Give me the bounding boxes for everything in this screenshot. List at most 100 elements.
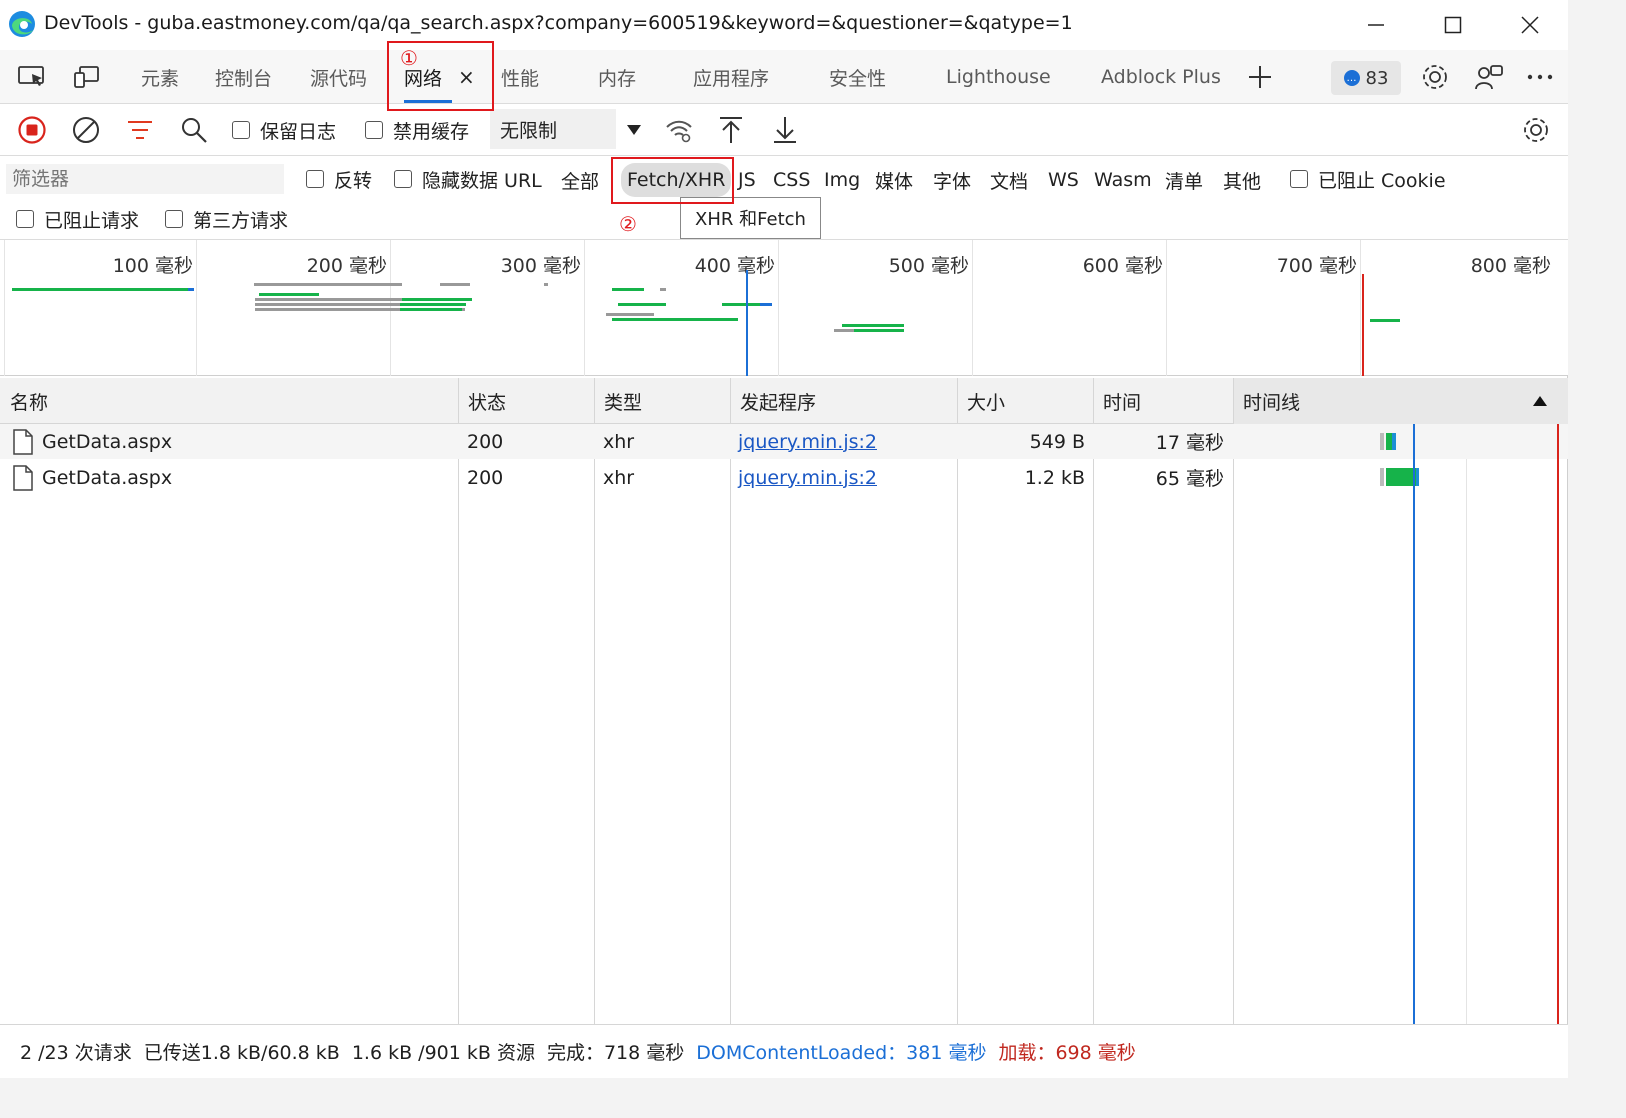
overview-gridline [4,240,5,376]
status-bar: 2 /23 次请求 已传送1.8 kB/60.8 kB 1.6 kB /901 … [0,1024,1568,1078]
dom-content-loaded-marker [746,270,748,376]
filter-type-other[interactable]: 其他 [1223,158,1261,202]
network-settings-button[interactable] [1519,104,1553,156]
title-bar: DevTools - guba.eastmoney.com/qa/qa_sear… [0,0,1568,50]
disable-cache-checkbox[interactable]: 禁用缓存 [365,104,469,156]
overview-tick-label: 700 毫秒 [1276,255,1357,277]
close-window-button[interactable] [1492,0,1568,50]
waterfall-bar-waiting [1386,468,1416,486]
tab-console[interactable]: 控制台 [215,50,272,104]
waterfall-row-highlight [1233,424,1568,459]
network-conditions-button[interactable] [662,104,696,156]
tab-memory[interactable]: 内存 [598,50,636,104]
filter-type-font[interactable]: 字体 [933,158,971,202]
tab-lighthouse[interactable]: Lighthouse [946,50,1051,104]
filter-type-wasm[interactable]: Wasm [1094,158,1152,202]
request-time: 17 毫秒 [1155,432,1224,454]
minimize-icon [1368,24,1384,26]
search-icon [182,118,207,143]
inspect-element-button[interactable] [14,50,50,104]
device-toolbar-button[interactable] [68,50,104,104]
column-name[interactable]: 名称 [0,378,458,424]
more-tools-button[interactable] [1244,50,1276,104]
overview-request-bar [402,298,472,301]
feedback-button[interactable] [1472,50,1506,104]
column-waterfall-label: 时间线 [1243,391,1301,414]
wifi-settings-icon [666,120,692,143]
column-initiator[interactable]: 发起程序 [730,378,957,424]
table-row[interactable]: GetData.aspx 200 xhr jquery.min.js:2 549… [0,424,1234,459]
filter-type-doc[interactable]: 文档 [990,158,1028,202]
issues-badge[interactable]: … 83 [1331,61,1401,95]
blocked-cookies-checkbox[interactable]: 已阻止 Cookie [1290,156,1446,202]
overview-gridline [1360,240,1361,376]
network-overview: 100 毫秒 200 毫秒 300 毫秒 400 毫秒 500 毫秒 600 毫… [0,240,1568,376]
filter-type-css[interactable]: CSS [773,158,810,202]
load-time: 加载：698 毫秒 [998,1042,1136,1064]
column-waterfall[interactable]: 时间线 [1233,378,1568,424]
filter-input[interactable] [6,164,284,194]
filter-type-all[interactable]: 全部 [561,158,599,202]
overview-tick-label: 600 毫秒 [1082,255,1163,277]
dom-content-loaded-time: DOMContentLoaded：381 毫秒 [696,1042,987,1064]
overview-request-bar [606,313,654,316]
checkbox-icon [232,121,250,139]
download-icon [774,117,796,143]
request-table-header: 名称 状态 类型 发起程序 大小 时间 时间线 [0,378,1568,424]
overview-request-bar [254,283,402,286]
record-button[interactable] [14,104,50,156]
window-title: DevTools - guba.eastmoney.com/qa/qa_sear… [44,12,1073,34]
record-icon [18,116,46,144]
table-row[interactable]: GetData.aspx 200 xhr jquery.min.js:2 1.2… [0,460,1234,495]
maximize-button[interactable] [1415,0,1491,50]
search-button[interactable] [176,104,212,156]
request-status: 200 [467,430,504,453]
waterfall-load-line [1557,424,1559,1024]
request-type: xhr [603,430,635,453]
maximize-icon [1444,16,1462,34]
invert-checkbox[interactable]: 反转 [306,156,372,202]
request-name: GetData.aspx [42,430,173,453]
overview-request-bar [12,288,188,291]
overview-request-bar [842,324,904,327]
settings-button[interactable] [1418,50,1452,104]
initiator-link[interactable]: jquery.min.js:2 [738,424,877,459]
tab-elements[interactable]: 元素 [141,50,179,104]
column-time[interactable]: 时间 [1093,378,1233,424]
more-options-button[interactable] [1524,50,1556,104]
column-type[interactable]: 类型 [594,378,730,424]
filter-type-js[interactable]: JS [738,158,756,202]
overview-gridline [196,240,197,376]
overview-request-bar [618,303,666,306]
throttling-dropdown-arrow[interactable] [622,104,646,156]
overview-request-bar [440,283,470,286]
filter-toggle-button[interactable] [122,104,158,156]
tab-security[interactable]: 安全性 [829,50,886,104]
waterfall-gridline [1466,424,1467,1024]
export-har-button[interactable] [768,104,802,156]
invert-label: 反转 [334,169,373,192]
column-size[interactable]: 大小 [957,378,1093,424]
waterfall-bar-download [1392,433,1396,450]
overview-request-bar [760,303,772,306]
column-status[interactable]: 状态 [458,378,594,424]
tab-adblock-plus[interactable]: Adblock Plus [1101,50,1221,104]
filter-type-manifest[interactable]: 清单 [1165,158,1203,202]
minimize-button[interactable] [1338,0,1414,50]
preserve-log-checkbox[interactable]: 保留日志 [232,104,336,156]
filter-type-img[interactable]: Img [824,158,860,202]
filter-type-media[interactable]: 媒体 [875,158,913,202]
throttling-select[interactable]: 无限制 [490,109,616,149]
overview-request-bar [1370,319,1400,322]
filter-type-ws[interactable]: WS [1048,158,1079,202]
initiator-link[interactable]: jquery.min.js:2 [738,460,877,495]
import-har-button[interactable] [714,104,748,156]
third-party-checkbox[interactable]: 第三方请求 [165,198,288,240]
clear-button[interactable] [68,104,104,156]
tab-sources[interactable]: 源代码 [310,50,367,104]
hide-data-urls-checkbox[interactable]: 隐藏数据 URL [394,156,542,202]
inspect-icon [18,66,44,86]
blocked-requests-checkbox[interactable]: 已阻止请求 [16,198,139,240]
tab-application[interactable]: 应用程序 [693,50,769,104]
tab-performance[interactable]: 性能 [501,50,539,104]
